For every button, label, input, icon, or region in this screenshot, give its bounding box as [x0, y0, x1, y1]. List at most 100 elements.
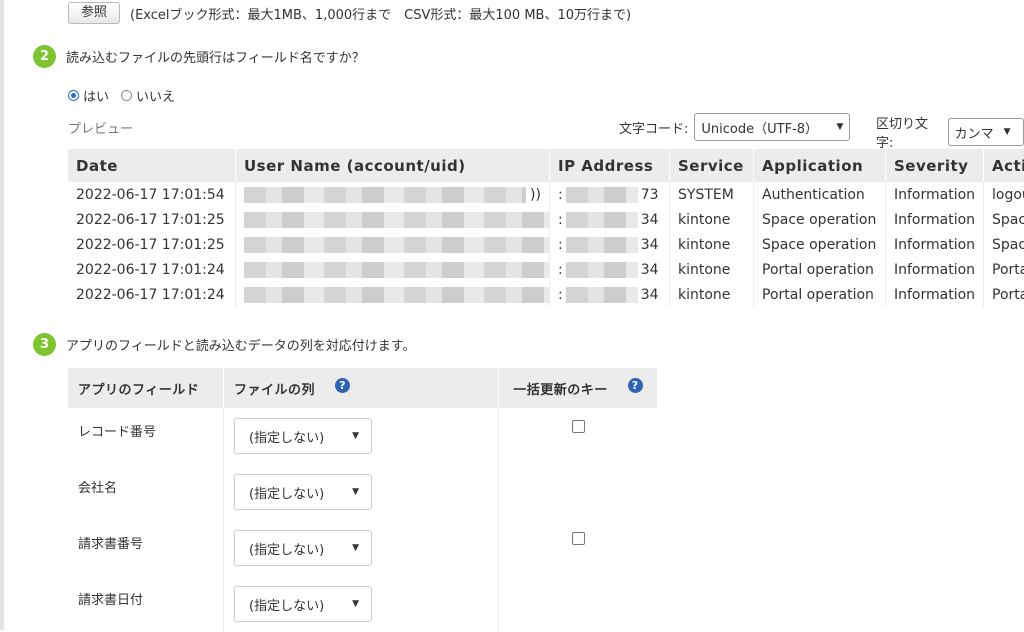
mapping-row: 請求書日付 (指定しない) ▼: [68, 576, 657, 632]
cell-user: [236, 207, 550, 232]
column-header-date: Date: [68, 149, 236, 182]
cell-action: Spac: [992, 236, 1024, 253]
cell-ip-head: :: [558, 236, 563, 253]
column-header-ip: IP Address: [550, 149, 670, 182]
cell-user: [236, 257, 550, 282]
cell-service: kintone: [670, 257, 754, 282]
step-2-badge: 2: [33, 45, 56, 68]
encoding-control: 文字コード: Unicode（UTF-8） ▼: [619, 113, 851, 141]
mapping-header-file-column-label: ファイルの列: [234, 382, 316, 398]
cell-action: logou: [992, 186, 1024, 203]
file-column-select[interactable]: (指定しない) ▼: [234, 418, 372, 454]
cell-severity: Information: [886, 257, 984, 282]
radio-yes-indicator[interactable]: [68, 90, 79, 101]
cell-ip-head: :: [558, 286, 563, 303]
file-column-select-value: (指定しない): [249, 430, 325, 446]
mapping-header-file-column: ファイルの列 ?: [223, 368, 499, 408]
redacted-ip-block: [565, 186, 638, 203]
mapping-field-name: 請求書日付: [78, 593, 144, 608]
cell-ip-head: :: [558, 261, 563, 278]
file-column-select[interactable]: (指定しない) ▼: [234, 586, 372, 622]
cell-user: [236, 282, 550, 307]
radio-no-label: いいえ: [136, 90, 176, 105]
redacted-ip-block: [565, 286, 638, 303]
cell-service: kintone: [670, 282, 754, 307]
cell-date: 2022-06-17 17:01:25: [68, 207, 236, 232]
update-key-checkbox[interactable]: [571, 420, 585, 433]
cell-application: Space operation: [754, 207, 886, 232]
mapping-update-key-cell: [499, 464, 657, 520]
cell-date: 2022-06-17 17:01:24: [68, 282, 236, 307]
mapping-table-body: レコード番号 (指定しない) ▼ 会社名 (指定しない) ▼ 請求書番号 (指定しない) ▼ 請求…: [68, 408, 657, 632]
step-3-heading: 3 アプリのフィールドと読み込むデータの列を対応付けます。: [33, 333, 415, 356]
cell-ip-tail: 34: [640, 261, 659, 278]
column-header-severity: Severity: [886, 149, 984, 182]
mapping-update-key-cell: [499, 520, 657, 576]
cell-severity: Information: [886, 182, 984, 207]
cell-date: 2022-06-17 17:01:54: [68, 182, 236, 207]
table-row: 2022-06-17 17:01:24: 34 kintone Portal oper…: [68, 257, 1024, 282]
header-row-radio-group: はい いいえ: [68, 86, 175, 105]
step-2-text: 読み込むファイルの先頭行はフィールド名ですか？: [66, 51, 365, 66]
cell-ip-tail: 34: [640, 211, 659, 228]
redacted-ip-block: [565, 211, 638, 228]
table-row: 2022-06-17 17:01:54)): 73 SYSTEM Authentica…: [68, 182, 1024, 207]
mapping-file-column-cell: (指定しない) ▼: [223, 576, 499, 632]
chevron-down-icon: ▼: [836, 122, 844, 132]
mapping-field-name: 会社名: [78, 481, 118, 496]
radio-yes[interactable]: はい: [68, 86, 109, 105]
file-column-select-value: (指定しない): [249, 598, 325, 614]
preview-table-body: 2022-06-17 17:01:54)): 73 SYSTEM Authentica…: [68, 182, 1024, 307]
file-column-select[interactable]: (指定しない) ▼: [234, 474, 372, 510]
mapping-field-name: 請求書番号: [78, 537, 144, 552]
chevron-down-icon: ▼: [352, 431, 359, 441]
field-mapping-table: アプリのフィールド ファイルの列 ? 一括更新のキー ? レコード番号 (指定しな…: [68, 368, 657, 632]
chevron-down-icon: ▼: [352, 599, 359, 609]
column-header-service: Service: [670, 149, 754, 182]
left-border: [0, 0, 4, 630]
encoding-label: 文字コード:: [619, 121, 689, 137]
cell-application: Portal operation: [754, 257, 886, 282]
mapping-file-column-cell: (指定しない) ▼: [223, 520, 499, 576]
delimiter-select[interactable]: カンマ ▼: [947, 118, 1024, 146]
help-icon[interactable]: ?: [627, 377, 643, 393]
radio-no-indicator[interactable]: [121, 90, 133, 101]
mapping-table-header: アプリのフィールド ファイルの列 ? 一括更新のキー ?: [68, 368, 657, 408]
file-browse-row: 参照 (Excelブック形式：最大1MB、1,000行まで CSV形式：最大10…: [68, 0, 631, 26]
help-icon[interactable]: ?: [335, 377, 351, 393]
cell-service: SYSTEM: [670, 182, 754, 207]
radio-yes-label: はい: [83, 90, 110, 105]
cell-severity: Information: [886, 232, 984, 257]
step-3-badge: 3: [33, 333, 56, 356]
browse-button[interactable]: 参照: [68, 2, 121, 24]
cell-ip: : 34: [550, 232, 670, 257]
preview-label: プレビュー: [68, 122, 134, 137]
encoding-select[interactable]: Unicode（UTF-8） ▼: [694, 113, 851, 141]
cell-ip-tail: 73: [640, 186, 659, 203]
mapping-row: 会社名 (指定しない) ▼: [68, 464, 657, 520]
cell-ip-tail: 34: [640, 236, 659, 253]
cell-ip: : 34: [550, 282, 670, 307]
mapping-row: 請求書番号 (指定しない) ▼: [68, 520, 657, 576]
preview-table-header: Date User Name (account/uid) IP Address …: [68, 149, 1024, 182]
file-limits-note: (Excelブック形式：最大1MB、1,000行まで CSV形式：最大100 M…: [130, 7, 632, 23]
mapping-file-column-cell: (指定しない) ▼: [223, 408, 499, 464]
table-row: 2022-06-17 17:01:25: 34 kintone Space opera…: [68, 207, 1024, 232]
cell-action: Porta: [992, 286, 1024, 303]
cell-ip-head: :: [558, 211, 563, 228]
mapping-file-column-cell: (指定しない) ▼: [223, 464, 499, 520]
preview-table: Date User Name (account/uid) IP Address …: [68, 149, 1024, 307]
update-key-checkbox[interactable]: [571, 532, 585, 545]
file-column-select-value: (指定しない): [249, 486, 325, 502]
mapping-header-update-key-label: 一括更新のキー: [513, 382, 608, 398]
delimiter-label: 区切り文字:: [876, 117, 929, 151]
cell-severity: Information: [886, 282, 984, 307]
cell-ip-head: :: [558, 186, 563, 203]
redacted-user-block: [244, 186, 526, 203]
cell-service: kintone: [670, 232, 754, 257]
file-column-select[interactable]: (指定しない) ▼: [234, 530, 372, 566]
column-header-action: Acti: [992, 156, 1024, 175]
radio-no[interactable]: いいえ: [121, 86, 175, 105]
delimiter-value: カンマ: [954, 126, 994, 142]
redacted-user-block: [244, 286, 549, 303]
